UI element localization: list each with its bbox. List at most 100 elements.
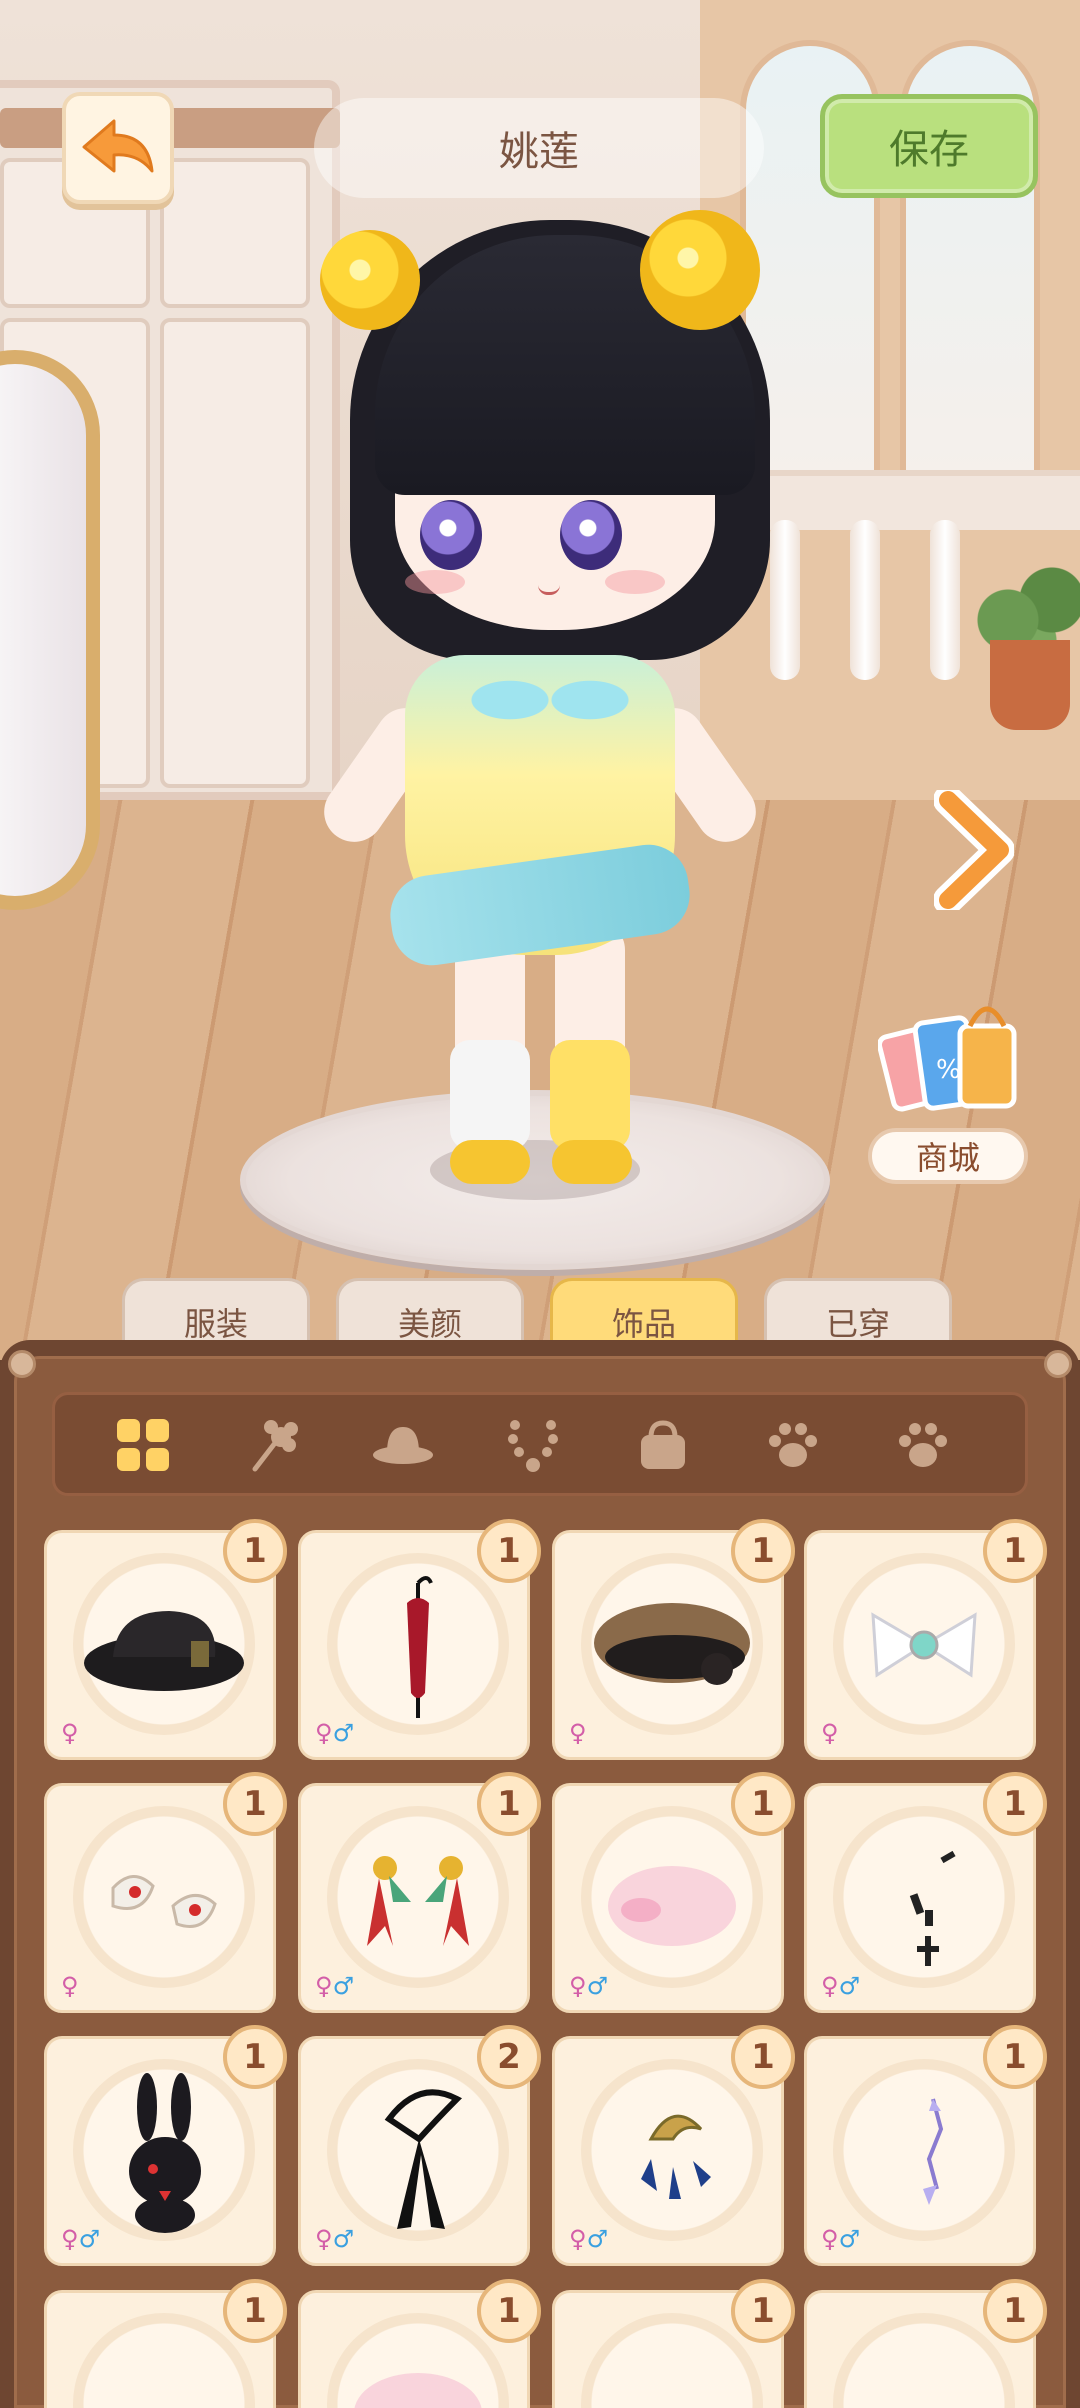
bell-ribbon-clips-icon	[367, 1856, 469, 1946]
cabinet-drawer	[160, 158, 310, 308]
category-necklace[interactable]	[500, 1412, 566, 1478]
item-count: 1	[1003, 1784, 1027, 1824]
female-icon: ♀	[61, 1972, 79, 2000]
category-pet-2[interactable]	[890, 1412, 956, 1478]
item-card-thorn-halo[interactable]: 1	[804, 2279, 1047, 2408]
category-hairpin[interactable]	[242, 1412, 308, 1478]
item-card-white-hair-bows[interactable]: 1 ♀	[44, 1772, 287, 2013]
item-count: 2	[497, 2037, 521, 2077]
item-card-white-bow-brooch[interactable]: 1 ♀	[804, 1519, 1047, 1760]
category-all[interactable]	[110, 1412, 176, 1478]
item-count-badge: 1	[223, 1519, 287, 1583]
category-pet[interactable]	[760, 1412, 826, 1478]
item-card-bead-circlet[interactable]: 1	[552, 2279, 795, 2408]
female-icon: ♀	[821, 1719, 839, 1747]
gender-tag: ♀	[61, 1719, 79, 1747]
back-arrow-icon	[82, 119, 154, 173]
standing-mirror	[0, 350, 100, 910]
gender-tag: ♀♂	[315, 1719, 354, 1747]
character-name-field[interactable]: 姚莲	[314, 98, 764, 198]
grid-all-icon	[117, 1419, 169, 1471]
female-icon: ♀	[315, 1719, 333, 1747]
category-bag[interactable]	[630, 1412, 696, 1478]
right-sock	[550, 1040, 630, 1150]
female-icon: ♀	[61, 2225, 79, 2253]
shop-button[interactable]: % 商城	[858, 980, 1038, 1210]
lemon-hair-flower	[640, 210, 760, 330]
hairpin-flower-icon	[252, 1420, 298, 1472]
item-count-badge: 1	[477, 1772, 541, 1836]
male-icon: ♂	[586, 2225, 609, 2253]
item-count: 1	[1003, 1531, 1027, 1571]
gender-tag: ♀♂	[569, 1972, 608, 2000]
baluster	[850, 520, 880, 680]
cross-earrings-icon	[909, 1850, 956, 1966]
brown-beret-icon	[594, 1603, 750, 1685]
back-button[interactable]	[62, 92, 174, 204]
shop-label: 商城	[915, 1139, 980, 1177]
item-card-cross-earrings[interactable]: 1 ♀♂	[804, 1772, 1047, 2013]
item-count-badge: 2	[477, 2025, 541, 2089]
female-icon: ♀	[61, 1719, 79, 1747]
tab-label: 饰品	[611, 1304, 676, 1343]
item-count-badge: 1	[983, 1772, 1047, 1836]
item-card-moon-tassel-ornament[interactable]: 1 ♀♂	[552, 2025, 795, 2266]
star-chain-earring-icon	[923, 2098, 944, 2205]
gender-tag: ♀♂	[315, 1972, 354, 2000]
baluster	[930, 520, 960, 680]
item-count-badge: 1	[983, 2025, 1047, 2089]
female-icon: ♀	[315, 2225, 333, 2253]
item-count: 1	[497, 2291, 521, 2331]
male-icon: ♂	[332, 2225, 355, 2253]
item-count: 1	[497, 1531, 521, 1571]
tab-label: 服装	[183, 1304, 248, 1343]
save-button[interactable]: 保存	[820, 94, 1038, 198]
cabinet-door	[160, 318, 310, 788]
pink-blush-icon	[608, 1866, 736, 1946]
item-count-badge: 1	[223, 2025, 287, 2089]
panel-stud	[1044, 1350, 1072, 1378]
item-card-gold-crown[interactable]: 1	[44, 2279, 287, 2408]
gender-tag: ♀♂	[315, 2225, 354, 2253]
female-icon: ♀	[315, 1972, 333, 2000]
female-icon: ♀	[569, 2225, 587, 2253]
category-hat[interactable]	[370, 1412, 436, 1478]
tab-label: 已穿	[825, 1304, 890, 1343]
paw-icon	[899, 1423, 947, 1467]
item-count: 1	[243, 1531, 267, 1571]
necklace-icon	[508, 1420, 558, 1472]
female-icon: ♀	[569, 1719, 587, 1747]
paw-icon	[769, 1423, 817, 1467]
male-icon: ♂	[586, 1972, 609, 2000]
item-card-bell-ribbon-clips[interactable]: 1 ♀♂	[298, 1772, 541, 2013]
item-count-badge: 1	[731, 1519, 795, 1583]
gender-tag: ♀	[821, 1719, 839, 1747]
baluster	[770, 520, 800, 680]
shopping-bags-icon: %	[878, 1006, 1017, 1112]
black-ribbon-tie-icon	[384, 2089, 463, 2229]
item-count: 1	[1003, 2037, 1027, 2077]
chevron-right-icon	[934, 790, 1014, 910]
item-card-star-chain-earring[interactable]: 1 ♀♂	[804, 2025, 1047, 2266]
item-count: 1	[243, 2291, 267, 2331]
item-count-badge: 1	[731, 2279, 795, 2343]
white-hair-bows-icon	[111, 1875, 217, 1928]
item-card-red-umbrella[interactable]: 1 ♀♂	[298, 1519, 541, 1760]
item-count-badge: 1	[731, 2025, 795, 2089]
female-icon: ♀	[821, 2225, 839, 2253]
item-card-pink-blush-2[interactable]: 1	[298, 2279, 541, 2408]
item-card-brown-beret[interactable]: 1 ♀	[552, 1519, 795, 1760]
male-icon: ♂	[838, 2225, 861, 2253]
male-icon: ♂	[332, 1972, 355, 2000]
blue-bow	[470, 640, 630, 760]
left-blush	[405, 570, 465, 594]
item-card-black-bowler-hat[interactable]: 1 ♀	[44, 1519, 287, 1760]
male-icon: ♂	[78, 2225, 101, 2253]
item-card-black-ribbon-tie[interactable]: 2 ♀♂	[298, 2025, 541, 2266]
item-card-black-bunny-plush[interactable]: 1 ♀♂	[44, 2025, 287, 2266]
male-icon: ♂	[332, 1719, 355, 1747]
next-button[interactable]	[932, 790, 1016, 910]
item-card-pink-blush[interactable]: 1 ♀♂	[552, 1772, 795, 2013]
right-eye	[560, 500, 622, 570]
female-icon: ♀	[569, 1972, 587, 2000]
